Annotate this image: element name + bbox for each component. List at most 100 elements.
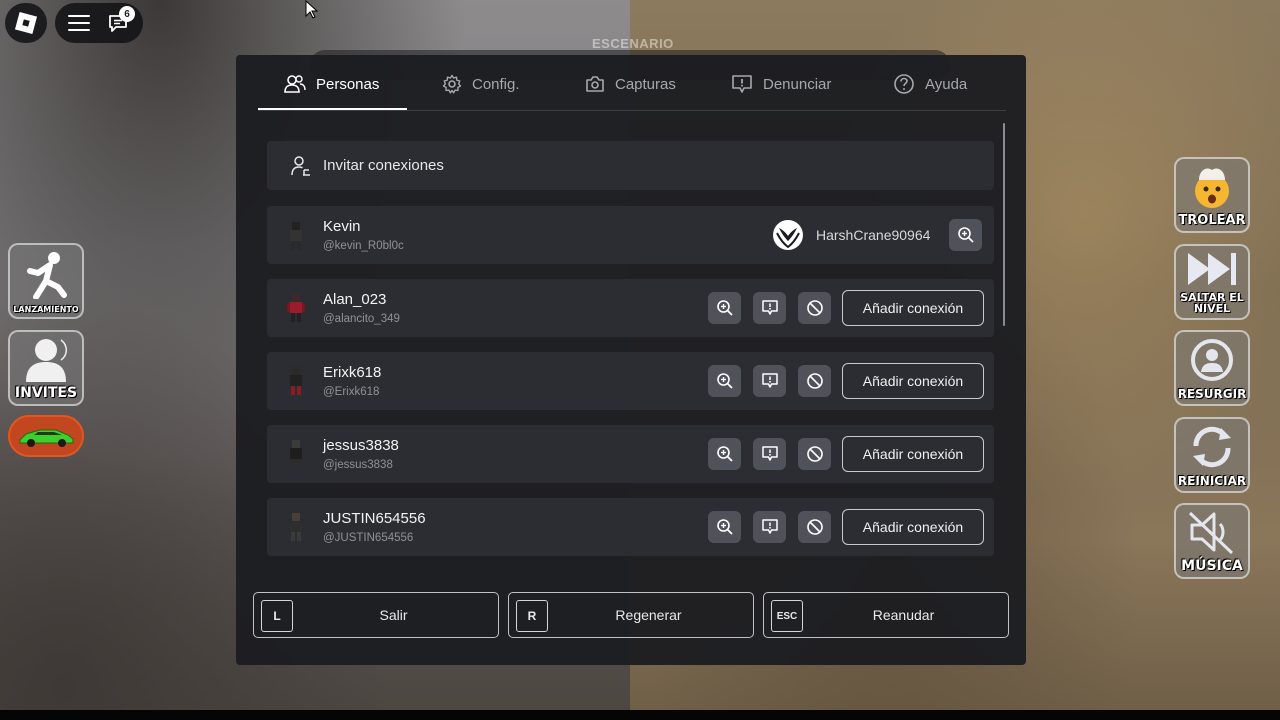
key-hint: L bbox=[261, 600, 293, 632]
block-icon bbox=[806, 373, 823, 389]
zoom-in-icon bbox=[716, 446, 733, 462]
tab-denunciar-label: Denunciar bbox=[763, 75, 832, 93]
add-connection-button[interactable]: Añadir conexión bbox=[842, 363, 984, 399]
add-connection-button[interactable]: Añadir conexión bbox=[842, 436, 984, 472]
player-handle: @JUSTIN654556 bbox=[323, 532, 414, 544]
launch-button[interactable]: LANZAMIENTO bbox=[8, 243, 84, 319]
zoom-in-icon bbox=[716, 519, 733, 535]
mute-icon bbox=[1188, 512, 1234, 555]
add-connection-button[interactable]: Añadir conexión bbox=[842, 290, 984, 326]
tab-capturas-label: Capturas bbox=[615, 75, 676, 93]
key-hint: R bbox=[516, 600, 548, 632]
player-row: Kevin @kevin_R0bl0c HarshCrane90964 bbox=[267, 206, 994, 264]
player-name: jessus3838 bbox=[323, 437, 399, 454]
skip-icon bbox=[1188, 252, 1236, 285]
invite-connections-label: Invitar conexiones bbox=[323, 157, 444, 174]
examine-avatar-button[interactable] bbox=[708, 365, 741, 397]
respawn-icon bbox=[1191, 339, 1233, 382]
top-bar-controls: 6 bbox=[55, 3, 143, 43]
people-icon bbox=[284, 75, 306, 93]
player-handle: @jessus3838 bbox=[323, 459, 393, 471]
person-icon bbox=[26, 339, 67, 383]
zoom-in-icon bbox=[716, 300, 733, 316]
menu-tabs: Personas Config. Capturas Denunciar Ayud… bbox=[258, 55, 1006, 111]
restart-button[interactable]: REINICIAR bbox=[1174, 417, 1250, 493]
chat-unread-badge: 6 bbox=[119, 6, 135, 22]
invites-label: INVITES bbox=[14, 385, 78, 402]
block-icon bbox=[806, 300, 823, 316]
player-row: Alan_023 @alancito_349 Añadir conexión bbox=[267, 279, 994, 337]
player-name: Kevin bbox=[323, 218, 361, 235]
block-player-button[interactable] bbox=[798, 292, 831, 324]
player-avatar bbox=[290, 367, 302, 395]
help-icon bbox=[894, 74, 914, 94]
tab-config[interactable]: Config. bbox=[442, 69, 520, 99]
troll-label: TROLEAR bbox=[1178, 213, 1246, 229]
add-connection-button[interactable]: Añadir conexión bbox=[842, 509, 984, 545]
skip-level-label: SALTAR EL NIVEL bbox=[1180, 290, 1244, 316]
invites-button[interactable]: INVITES bbox=[8, 330, 84, 406]
player-avatar bbox=[290, 513, 302, 541]
zoom-in-icon bbox=[716, 373, 733, 389]
tab-capturas[interactable]: Capturas bbox=[585, 69, 676, 99]
player-avatar bbox=[290, 222, 302, 250]
troll-button[interactable]: TROLEAR bbox=[1174, 157, 1250, 233]
restart-icon bbox=[1193, 427, 1231, 468]
block-player-button[interactable] bbox=[798, 365, 831, 397]
tab-ayuda[interactable]: Ayuda bbox=[893, 69, 967, 99]
music-label: MÚSICA bbox=[1181, 558, 1243, 575]
restart-label: REINICIAR bbox=[1177, 474, 1247, 489]
reset-character-button[interactable]: R Regenerar bbox=[508, 592, 754, 638]
player-row: JUSTIN654556 @JUSTIN654556 Añadir conexi… bbox=[267, 498, 994, 556]
player-handle: @alancito_349 bbox=[323, 313, 400, 325]
respawn-label: RESURGIR bbox=[1177, 387, 1247, 402]
zoom-in-icon bbox=[957, 227, 974, 243]
key-hint: ESC bbox=[771, 600, 803, 632]
leave-button[interactable]: L Salir bbox=[253, 592, 499, 638]
player-avatar bbox=[287, 294, 305, 322]
hamburger-menu-icon[interactable] bbox=[68, 15, 90, 31]
roblox-logo-icon bbox=[14, 11, 38, 35]
examine-avatar-button[interactable] bbox=[708, 511, 741, 543]
report-player-button[interactable] bbox=[753, 365, 786, 397]
player-name: Erixk618 bbox=[323, 364, 382, 381]
block-player-button[interactable] bbox=[798, 511, 831, 543]
respawn-button[interactable]: RESURGIR bbox=[1174, 330, 1250, 406]
report-player-button[interactable] bbox=[753, 292, 786, 324]
examine-avatar-button[interactable] bbox=[708, 292, 741, 324]
block-player-button[interactable] bbox=[798, 438, 831, 470]
block-icon bbox=[806, 519, 823, 535]
scrollbar[interactable] bbox=[1003, 123, 1005, 326]
tab-personas[interactable]: Personas bbox=[284, 69, 379, 99]
gear-icon bbox=[442, 74, 462, 94]
player-name: JUSTIN654556 bbox=[323, 510, 426, 527]
resume-button[interactable]: ESC Reanudar bbox=[763, 592, 1009, 638]
kick-icon bbox=[27, 252, 67, 300]
player-handle: @Erixk618 bbox=[323, 386, 380, 398]
exploding-head-icon bbox=[1195, 168, 1229, 208]
car-icon bbox=[19, 429, 74, 447]
car-button[interactable] bbox=[8, 415, 84, 457]
xbox-icon bbox=[773, 220, 803, 250]
active-tab-indicator bbox=[258, 108, 407, 110]
tab-ayuda-label: Ayuda bbox=[925, 75, 968, 93]
report-icon bbox=[761, 373, 778, 388]
examine-avatar-button[interactable] bbox=[949, 219, 982, 251]
invite-connections-button[interactable]: Invitar conexiones bbox=[267, 141, 994, 190]
report-icon bbox=[761, 446, 778, 461]
tab-denunciar[interactable]: Denunciar bbox=[731, 69, 831, 99]
player-handle: @kevin_R0bl0c bbox=[323, 240, 404, 252]
stage-label: ESCENARIO bbox=[592, 36, 674, 51]
chat-button[interactable]: 6 bbox=[107, 6, 135, 34]
invite-person-icon bbox=[291, 155, 310, 176]
roblox-menu-button[interactable] bbox=[5, 3, 47, 43]
tab-personas-label: Personas bbox=[316, 75, 380, 93]
report-icon bbox=[732, 75, 752, 93]
player-row: Erixk618 @Erixk618 Añadir conexión bbox=[267, 352, 994, 410]
report-player-button[interactable] bbox=[753, 511, 786, 543]
skip-level-button[interactable]: SALTAR EL NIVEL bbox=[1174, 244, 1250, 320]
music-button[interactable]: MÚSICA bbox=[1174, 503, 1250, 579]
player-avatar bbox=[290, 440, 302, 468]
examine-avatar-button[interactable] bbox=[708, 438, 741, 470]
report-player-button[interactable] bbox=[753, 438, 786, 470]
